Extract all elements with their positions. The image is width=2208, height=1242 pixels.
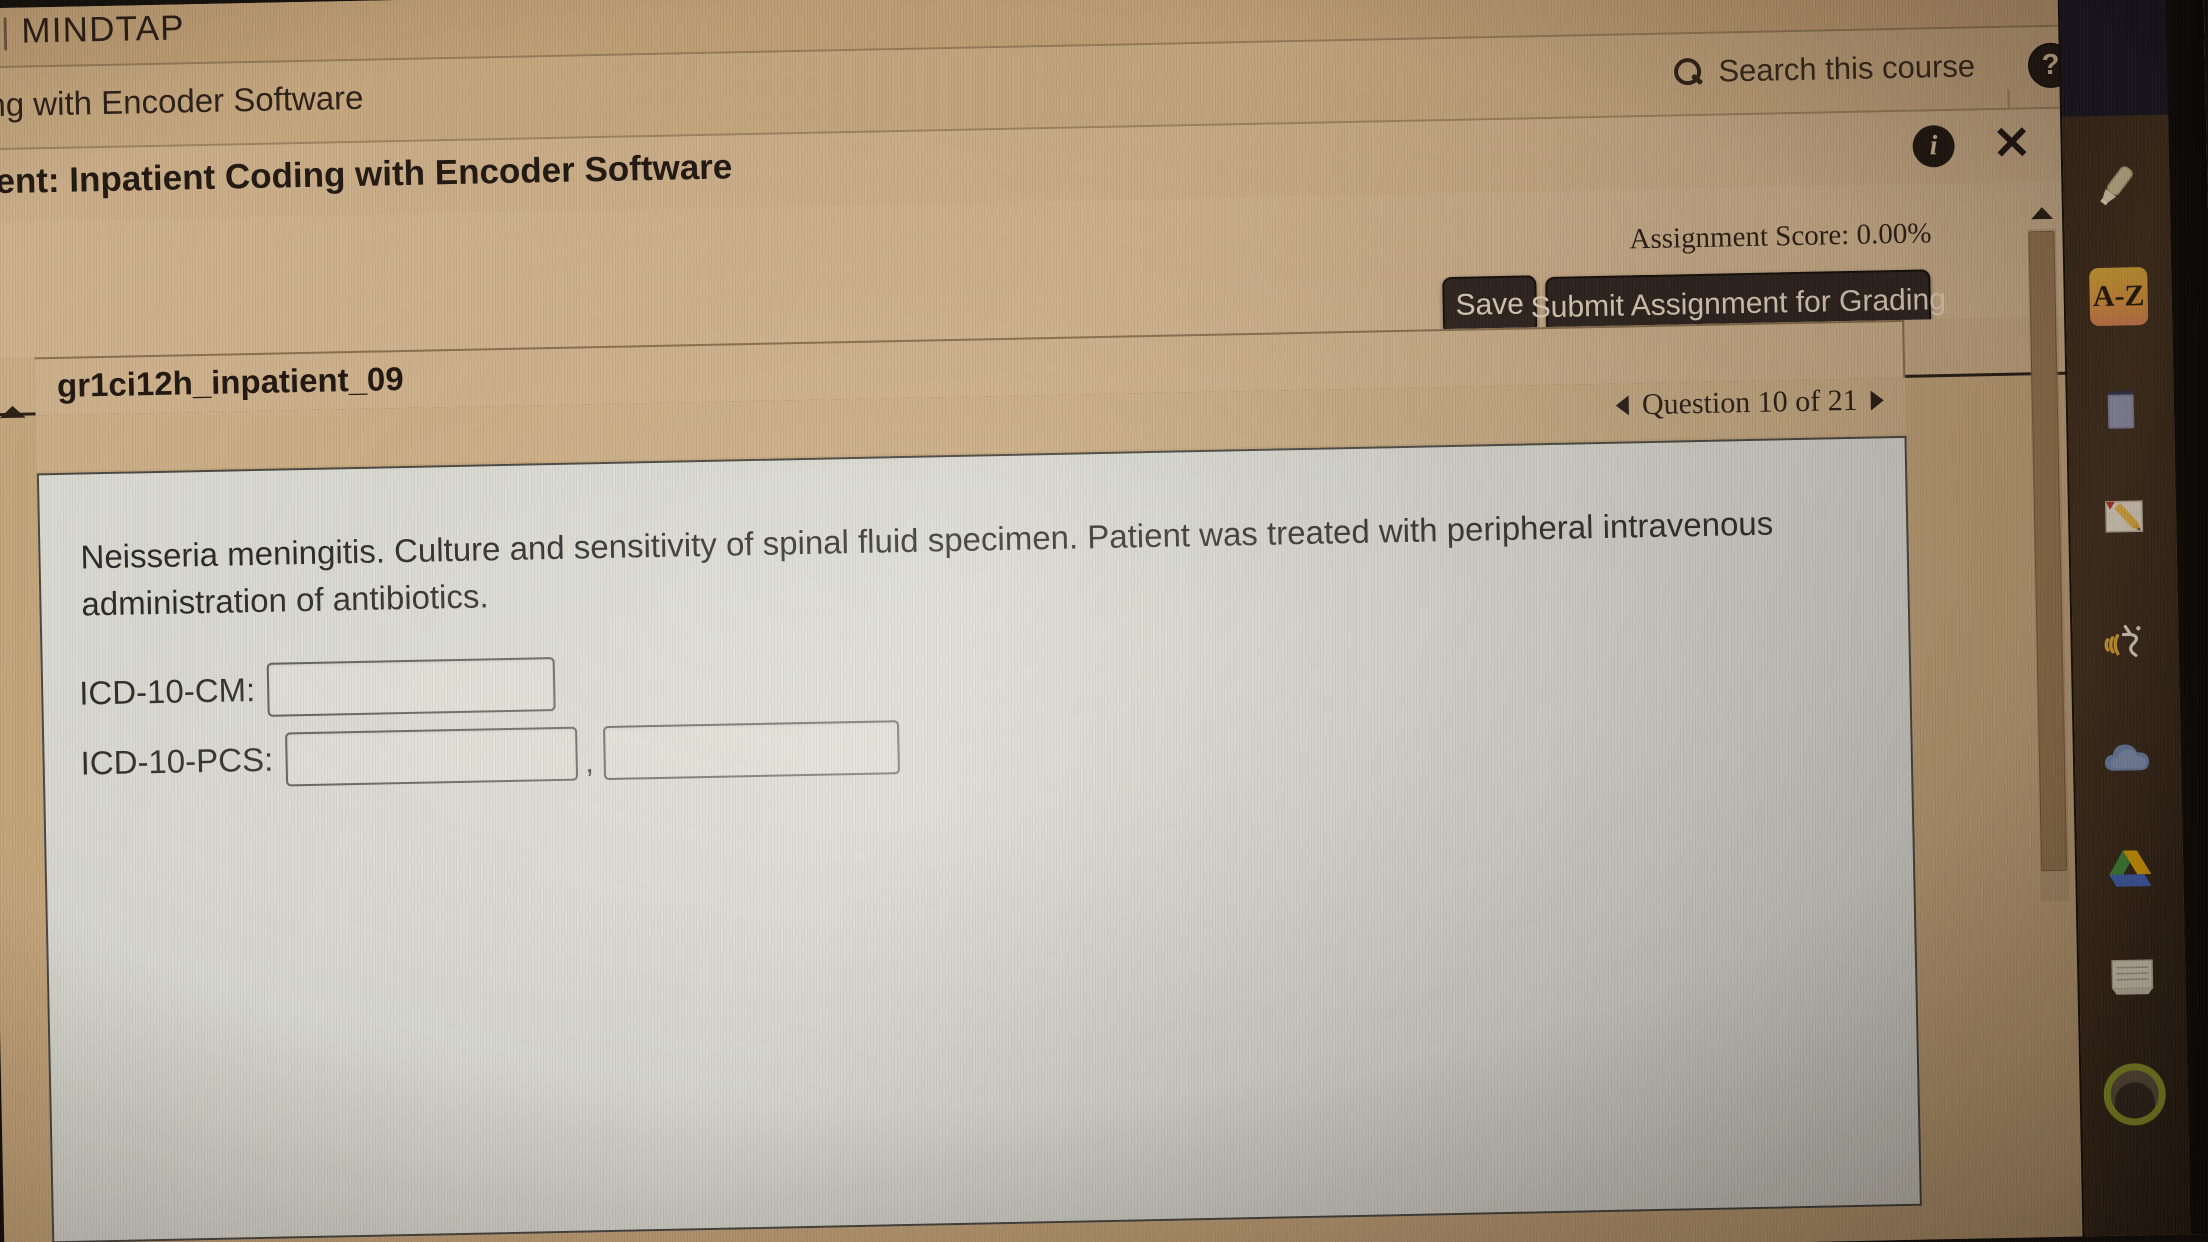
google-drive-icon <box>2109 850 2152 887</box>
question-text: Neisseria meningitis. Culture and sensit… <box>80 504 1774 623</box>
info-icon[interactable]: i <box>1912 124 1956 168</box>
flashcards-icon <box>2111 959 2154 995</box>
question-counter: Question 10 of 21 <box>1641 383 1859 422</box>
assignment-close-button[interactable]: ✕ <box>1992 116 2032 169</box>
course-title: oding with Encoder Software <box>0 78 364 125</box>
icd-10-cm-label: ICD-10-CM: <box>78 671 256 712</box>
search-icon <box>1672 57 1703 88</box>
sidebar-item-google-drive[interactable] <box>2099 837 2162 900</box>
save-button[interactable]: Save <box>1442 275 1538 336</box>
photographed-screen: GE|MINDTAP ✕ oding with Encoder Software… <box>0 0 2208 1242</box>
text-to-speech-icon <box>2104 624 2141 657</box>
sidebar-item-highlighter[interactable] <box>2085 153 2148 216</box>
field-separator: , <box>584 746 594 780</box>
sidebar-item-flashcards[interactable] <box>2101 945 2164 1008</box>
collapse-panel-arrow-icon[interactable] <box>0 405 26 419</box>
sidebar-top-spacer <box>2059 0 2171 117</box>
book-icon <box>2107 390 2135 429</box>
notepad-pencil-icon <box>2105 500 2144 533</box>
search-input[interactable]: Search this course <box>1718 48 1975 89</box>
dictionary-a-z-icon: A-Z <box>2089 266 2149 327</box>
sidebar-item-dictionary[interactable]: A-Z <box>2087 265 2150 328</box>
scroll-up-arrow-icon[interactable] <box>2030 206 2054 220</box>
brand-product: MINDTAP <box>21 8 186 51</box>
icd-10-pcs-input-1[interactable] <box>284 726 578 787</box>
highlighter-pen-icon <box>2100 166 2133 206</box>
sidebar-item-label: A-Z <box>2092 279 2145 314</box>
icd-10-pcs-label: ICD-10-PCS: <box>80 740 274 782</box>
assignment-title: nment: Inpatient Coding with Encoder Sof… <box>0 147 733 203</box>
mindtap-application-window: GE|MINDTAP ✕ oding with Encoder Software… <box>0 0 2208 1242</box>
previous-question-icon[interactable] <box>1615 395 1630 416</box>
avatar <box>2114 1082 2156 1121</box>
sidebar-item-onedrive[interactable] <box>2096 725 2159 788</box>
brand-logo: GE|MINDTAP <box>0 8 185 53</box>
icd-10-cm-input[interactable] <box>266 657 556 717</box>
sidebar-item-profile[interactable] <box>2103 1062 2167 1127</box>
search-course-control[interactable]: Search this course <box>1672 48 1975 90</box>
next-question-icon[interactable] <box>1870 390 1884 411</box>
tab-label: gr1ci12h_inpatient_09 <box>56 360 405 404</box>
user-avatar-icon <box>2103 1062 2167 1127</box>
icd-10-pcs-row: ICD-10-PCS: , <box>80 720 900 790</box>
sidebar-item-notes[interactable] <box>2091 485 2154 548</box>
icd-10-cm-row: ICD-10-CM: <box>79 657 556 721</box>
onedrive-cloud-icon <box>2105 744 2150 771</box>
sidebar-item-text-to-speech[interactable] <box>2094 613 2157 676</box>
sidebar-item-ebook[interactable] <box>2089 377 2152 440</box>
brand-divider: | <box>0 11 11 52</box>
assignment-score: Assignment Score: 0.00% <box>1629 217 1932 256</box>
question-panel: Neisseria meningitis. Culture and sensit… <box>36 435 1922 1242</box>
icd-10-pcs-input-2[interactable] <box>602 720 900 781</box>
